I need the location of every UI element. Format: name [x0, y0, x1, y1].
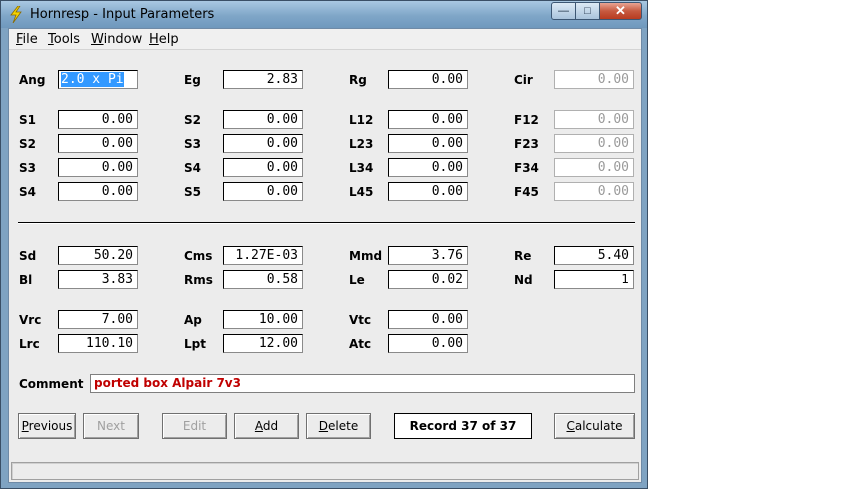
- label-s3: S3: [19, 161, 36, 175]
- s4-col2-field[interactable]: 0.00: [223, 158, 303, 177]
- label-ang: Ang: [19, 73, 46, 87]
- label-s3-col2: S3: [184, 137, 201, 151]
- rg-field[interactable]: 0.00: [388, 70, 468, 89]
- next-button: Next: [83, 413, 139, 439]
- f34-field: 0.00: [554, 158, 634, 177]
- add-button[interactable]: Add: [234, 413, 299, 439]
- menu-window[interactable]: Window: [91, 32, 142, 47]
- label-cms: Cms: [184, 249, 213, 263]
- label-cir: Cir: [514, 73, 533, 87]
- label-s4: S4: [19, 185, 36, 199]
- mmd-field[interactable]: 3.76: [388, 246, 468, 265]
- bl-field[interactable]: 3.83: [58, 270, 138, 289]
- comment-field[interactable]: ported box Alpair 7v3: [90, 374, 635, 393]
- re-field[interactable]: 5.40: [554, 246, 634, 265]
- delete-button[interactable]: Delete: [306, 413, 371, 439]
- s1-field[interactable]: 0.00: [58, 110, 138, 129]
- f23-field: 0.00: [554, 134, 634, 153]
- previous-button[interactable]: Previous: [18, 413, 76, 439]
- ang-field[interactable]: 2.0 x Pi: [58, 70, 138, 89]
- label-f23: F23: [514, 137, 539, 151]
- s3-field[interactable]: 0.00: [58, 158, 138, 177]
- s3-col2-field[interactable]: 0.00: [223, 134, 303, 153]
- menu-bar: File Tools Window Help: [9, 29, 641, 50]
- cir-field: 0.00: [554, 70, 634, 89]
- minimize-icon: —: [558, 5, 569, 17]
- s4-field[interactable]: 0.00: [58, 182, 138, 201]
- label-l34: L34: [349, 161, 374, 175]
- label-s5: S5: [184, 185, 201, 199]
- le-field[interactable]: 0.02: [388, 270, 468, 289]
- maximize-icon: □: [584, 5, 591, 17]
- label-vtc: Vtc: [349, 313, 372, 327]
- status-bar: [11, 462, 639, 480]
- label-l12: L12: [349, 113, 374, 127]
- label-rms: Rms: [184, 273, 213, 287]
- lrc-field[interactable]: 110.10: [58, 334, 138, 353]
- label-f34: F34: [514, 161, 539, 175]
- label-f45: F45: [514, 185, 539, 199]
- label-comment: Comment: [19, 377, 84, 391]
- label-lpt: Lpt: [184, 337, 206, 351]
- close-icon: ✕: [615, 3, 626, 18]
- label-vrc: Vrc: [19, 313, 42, 327]
- title-bar[interactable]: Hornresp - Input Parameters — □ ✕: [1, 1, 647, 28]
- label-s2: S2: [19, 137, 36, 151]
- close-button[interactable]: ✕: [599, 2, 642, 20]
- minimize-button[interactable]: —: [551, 2, 576, 20]
- menu-file[interactable]: File: [16, 32, 38, 47]
- lpt-field[interactable]: 12.00: [223, 334, 303, 353]
- label-s4-col2: S4: [184, 161, 201, 175]
- label-f12: F12: [514, 113, 539, 127]
- edit-button: Edit: [162, 413, 227, 439]
- label-bl: Bl: [19, 273, 33, 287]
- label-s2-col2: S2: [184, 113, 201, 127]
- s5-field[interactable]: 0.00: [223, 182, 303, 201]
- l45-field[interactable]: 0.00: [388, 182, 468, 201]
- nd-field[interactable]: 1: [554, 270, 634, 289]
- section-divider: [18, 222, 635, 224]
- menu-help[interactable]: Help: [149, 32, 179, 47]
- l34-field[interactable]: 0.00: [388, 158, 468, 177]
- lightning-bolt-icon: [10, 6, 22, 23]
- rms-field[interactable]: 0.58: [223, 270, 303, 289]
- calculate-button[interactable]: Calculate: [554, 413, 635, 439]
- label-rg: Rg: [349, 73, 367, 87]
- ap-field[interactable]: 10.00: [223, 310, 303, 329]
- input-parameters-panel: File Tools Window Help Ang 2.0 x Pi Eg 2…: [8, 28, 642, 483]
- f45-field: 0.00: [554, 182, 634, 201]
- window-title: Hornresp - Input Parameters: [30, 7, 215, 22]
- label-nd: Nd: [514, 273, 533, 287]
- label-ap: Ap: [184, 313, 202, 327]
- label-sd: Sd: [19, 249, 37, 263]
- menu-tools[interactable]: Tools: [48, 32, 80, 47]
- app-window: Hornresp - Input Parameters — □ ✕ File T…: [0, 0, 648, 489]
- label-eg: Eg: [184, 73, 201, 87]
- label-le: Le: [349, 273, 365, 287]
- vrc-field[interactable]: 7.00: [58, 310, 138, 329]
- label-atc: Atc: [349, 337, 372, 351]
- sd-field[interactable]: 50.20: [58, 246, 138, 265]
- record-indicator: Record 37 of 37: [394, 413, 532, 439]
- eg-field[interactable]: 2.83: [223, 70, 303, 89]
- maximize-button[interactable]: □: [575, 2, 600, 20]
- label-l23: L23: [349, 137, 374, 151]
- l12-field[interactable]: 0.00: [388, 110, 468, 129]
- label-lrc: Lrc: [19, 337, 40, 351]
- label-l45: L45: [349, 185, 374, 199]
- atc-field[interactable]: 0.00: [388, 334, 468, 353]
- label-re: Re: [514, 249, 532, 263]
- s2-field[interactable]: 0.00: [58, 134, 138, 153]
- f12-field: 0.00: [554, 110, 634, 129]
- s2-col2-field[interactable]: 0.00: [223, 110, 303, 129]
- l23-field[interactable]: 0.00: [388, 134, 468, 153]
- vtc-field[interactable]: 0.00: [388, 310, 468, 329]
- label-mmd: Mmd: [349, 249, 383, 263]
- label-s1: S1: [19, 113, 36, 127]
- cms-field[interactable]: 1.27E-03: [223, 246, 303, 265]
